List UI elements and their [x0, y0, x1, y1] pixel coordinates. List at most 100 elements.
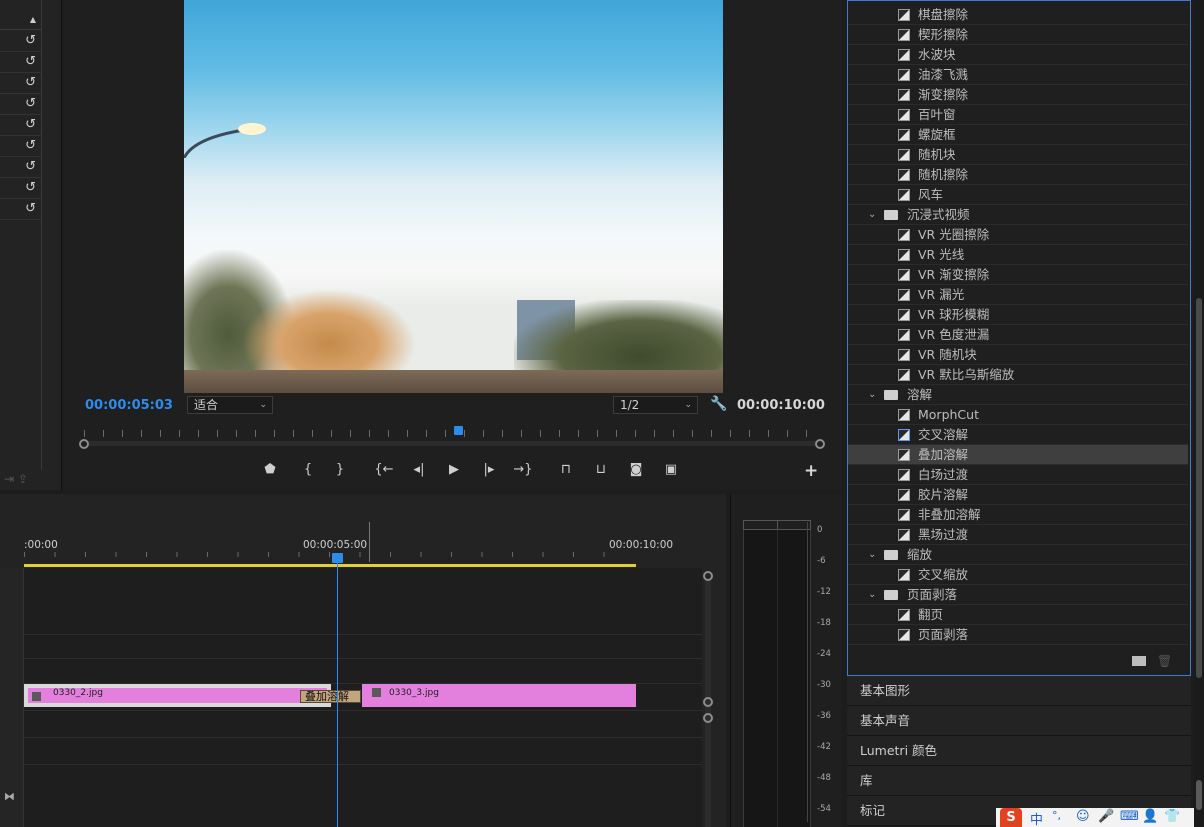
- effect-item[interactable]: VR 光圈擦除: [848, 225, 1188, 245]
- track-toggle-icon[interactable]: ⧓: [4, 790, 15, 803]
- trash-icon[interactable]: 🗑: [1157, 654, 1172, 668]
- effect-item[interactable]: VR 渐变擦除: [848, 265, 1188, 285]
- reset-icon[interactable]: ↺: [25, 96, 36, 111]
- lift-button[interactable]: ⊓: [555, 461, 577, 479]
- effect-item[interactable]: 胶片溶解: [848, 485, 1188, 505]
- effect-item[interactable]: VR 光线: [848, 245, 1188, 265]
- effect-item[interactable]: 随机擦除: [848, 165, 1188, 185]
- effect-item[interactable]: 随机块: [848, 145, 1188, 165]
- effect-item[interactable]: 白场过渡: [848, 465, 1188, 485]
- ime-mode[interactable]: 中: [1030, 809, 1043, 827]
- mark-in-button[interactable]: {: [297, 461, 319, 479]
- zoom-scroll-bar[interactable]: [84, 441, 820, 446]
- reset-icon[interactable]: ↺: [25, 180, 36, 195]
- panel-essential-sound[interactable]: 基本声音: [847, 706, 1191, 736]
- effect-folder[interactable]: ⌄ 缩放: [848, 545, 1188, 565]
- effect-item[interactable]: VR 球形模糊: [848, 305, 1188, 325]
- playhead-marker[interactable]: [454, 426, 463, 435]
- trees-right: [514, 300, 723, 380]
- effect-item[interactable]: 棋盘擦除: [848, 5, 1188, 25]
- monitor-scrubber[interactable]: [78, 426, 826, 450]
- vscroll-handle-lower[interactable]: [703, 713, 713, 723]
- vscroll-handle-mid[interactable]: [703, 697, 713, 707]
- go-to-out-button[interactable]: →}: [512, 461, 534, 479]
- effect-item[interactable]: VR 漏光: [848, 285, 1188, 305]
- effect-item[interactable]: 翻页: [848, 605, 1188, 625]
- panel-libraries[interactable]: 库: [847, 766, 1191, 796]
- mark-out-button[interactable]: }: [329, 461, 351, 479]
- current-timecode[interactable]: 00:00:05:03: [85, 398, 173, 413]
- effect-folder[interactable]: ⌄ 溶解: [848, 385, 1188, 405]
- reset-icon[interactable]: ↺: [25, 33, 36, 48]
- transition-effect-icon: [898, 69, 910, 81]
- zoom-handle-left[interactable]: [79, 439, 89, 449]
- transition-effect-icon: [898, 509, 910, 521]
- camera-icon[interactable]: ◙: [625, 461, 647, 479]
- effect-item[interactable]: 渐变擦除: [848, 85, 1188, 105]
- clip-0330-3[interactable]: 0330_3.jpg: [362, 684, 636, 707]
- panel-lumetri-color[interactable]: Lumetri 颜色: [847, 736, 1191, 766]
- effect-item[interactable]: 黑场过渡: [848, 525, 1188, 545]
- channel-solo-buttons[interactable]: [743, 520, 811, 530]
- new-bin-folder-icon[interactable]: [1132, 656, 1146, 666]
- effect-item[interactable]: 水波块: [848, 45, 1188, 65]
- panel-essential-graphics[interactable]: 基本图形: [847, 676, 1191, 706]
- panel-footer-icons[interactable]: ⇥ ⇪: [4, 472, 28, 486]
- transition-overlay-dissolve[interactable]: 叠加溶解: [300, 690, 361, 703]
- timeline-ruler-ticks[interactable]: [24, 552, 634, 557]
- effect-item[interactable]: MorphCut: [848, 405, 1188, 425]
- reset-icon[interactable]: ↺: [25, 75, 36, 90]
- effect-folder[interactable]: ⌄ 沉浸式视频: [848, 205, 1188, 225]
- reset-icon[interactable]: ↺: [25, 117, 36, 132]
- effect-item[interactable]: VR 随机块: [848, 345, 1188, 365]
- step-forward-button[interactable]: |▸: [478, 461, 500, 479]
- folder-icon: [884, 590, 898, 600]
- punct-mode[interactable]: °,: [1052, 809, 1061, 822]
- chevron-down-icon[interactable]: ⌄: [868, 545, 876, 564]
- scroll-thumb-lower[interactable]: [1196, 780, 1202, 810]
- effect-item[interactable]: 百叶窗: [848, 105, 1188, 125]
- chevron-down-icon[interactable]: ⌄: [868, 385, 876, 404]
- extract-button[interactable]: ⊔: [590, 461, 612, 479]
- effect-item[interactable]: 楔形擦除: [848, 25, 1188, 45]
- chevron-down-icon[interactable]: ⌄: [868, 585, 876, 604]
- go-to-in-button[interactable]: {←: [373, 461, 395, 479]
- reset-icon[interactable]: ↺: [25, 54, 36, 69]
- wrench-icon[interactable]: 🔧: [710, 396, 727, 412]
- effect-item[interactable]: 叠加溶解: [848, 445, 1188, 465]
- reset-icon[interactable]: ↺: [25, 201, 36, 216]
- keyboard-icon[interactable]: ⌨: [1120, 809, 1139, 824]
- play-button[interactable]: ▶: [443, 461, 465, 479]
- shirt-icon[interactable]: 👕: [1164, 809, 1180, 824]
- add-marker-button[interactable]: ⬟: [259, 461, 281, 479]
- effect-item[interactable]: 非叠加溶解: [848, 505, 1188, 525]
- sogou-ime-icon[interactable]: S: [1000, 808, 1022, 827]
- microphone-icon[interactable]: 🎤: [1098, 809, 1114, 824]
- effect-item[interactable]: 油漆飞溅: [848, 65, 1188, 85]
- effect-item[interactable]: 螺旋框: [848, 125, 1188, 145]
- playback-resolution-select[interactable]: 1/2 ⌄: [613, 396, 698, 414]
- right-scrollbar[interactable]: [1194, 0, 1204, 827]
- reset-icon[interactable]: ↺: [25, 159, 36, 174]
- scroll-thumb[interactable]: [1196, 298, 1202, 678]
- effect-item[interactable]: 交叉溶解: [848, 425, 1188, 445]
- effect-item[interactable]: 风车: [848, 185, 1188, 205]
- scroll-up-icon[interactable]: ▲: [30, 15, 36, 24]
- effect-item[interactable]: 页面剥落: [848, 625, 1188, 645]
- user-icon[interactable]: 👤: [1142, 809, 1158, 824]
- work-area-bar[interactable]: [24, 564, 636, 567]
- add-button[interactable]: +: [804, 461, 818, 481]
- vscroll-handle-top[interactable]: [703, 571, 713, 581]
- effect-folder[interactable]: ⌄ 页面剥落: [848, 585, 1188, 605]
- chevron-down-icon[interactable]: ⌄: [868, 205, 876, 224]
- zoom-handle-right[interactable]: [815, 439, 825, 449]
- effect-item[interactable]: VR 默比乌斯缩放: [848, 365, 1188, 385]
- emoji-icon[interactable]: ☺: [1076, 809, 1090, 824]
- step-back-button[interactable]: ◂|: [408, 461, 430, 479]
- clip-0330-2[interactable]: 0330_2.jpg: [24, 684, 331, 707]
- compare-view-button[interactable]: ▣: [660, 461, 682, 479]
- reset-icon[interactable]: ↺: [25, 138, 36, 153]
- effect-item[interactable]: 交叉缩放: [848, 565, 1188, 585]
- zoom-fit-select[interactable]: 适合 ⌄: [187, 396, 273, 414]
- effect-item[interactable]: VR 色度泄漏: [848, 325, 1188, 345]
